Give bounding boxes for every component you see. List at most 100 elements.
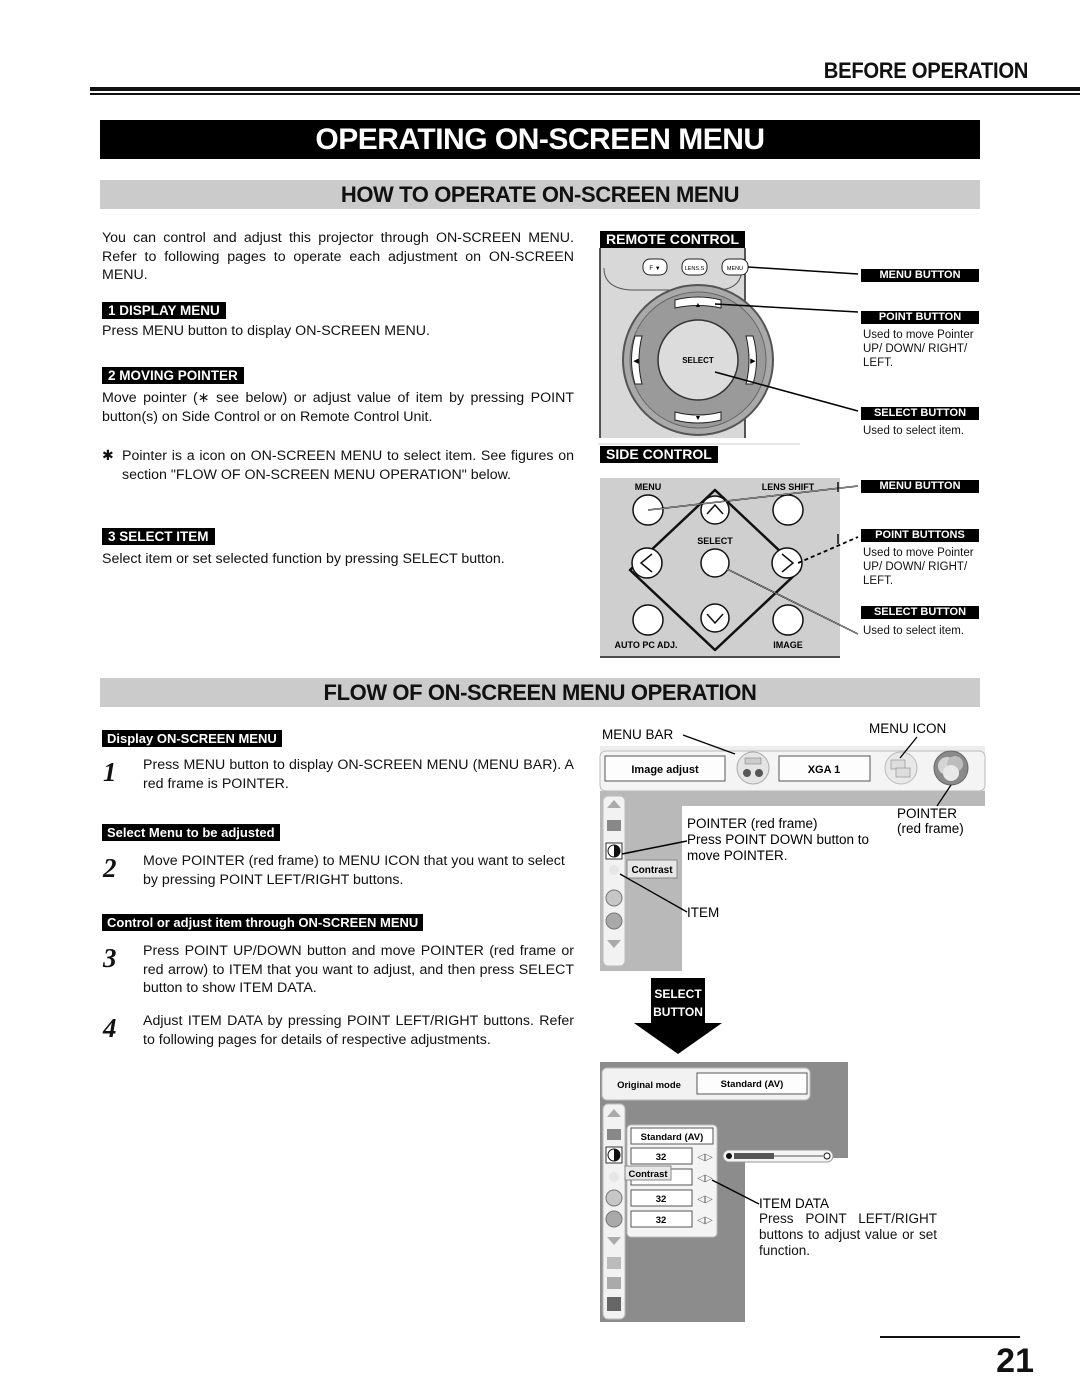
footer-rule — [880, 1336, 1020, 1338]
section-heading-flow: FLOW OF ON-SCREEN MENU OPERATION — [100, 678, 980, 707]
reset-icon[interactable] — [607, 1277, 621, 1289]
mode-label: Original mode — [617, 1080, 681, 1091]
page-number: 21 — [996, 1342, 1034, 1380]
section-header: BEFORE OPERATION — [823, 58, 1029, 83]
tooltip-text: Contrast — [631, 865, 673, 876]
step-text: Select item or set selected function by … — [102, 551, 505, 567]
image-label: IMAGE — [773, 640, 803, 650]
monitor-icon[interactable] — [607, 820, 621, 831]
step-label: 2 MOVING POINTER — [102, 367, 244, 384]
section-heading-how-to: HOW TO OPERATE ON-SCREEN MENU — [100, 180, 980, 209]
down-arrow-icon: ▼ — [695, 415, 702, 422]
flow-section-label: Display ON-SCREEN MENU — [102, 730, 282, 747]
side-select-button-desc: Used to select item. — [863, 625, 964, 637]
step-number: 4 — [103, 1013, 117, 1043]
flow-step-text: Move POINTER (red frame) to MENU ICON th… — [143, 853, 565, 888]
step-number: 3 — [103, 943, 117, 973]
slider-max-icon — [823, 1152, 831, 1160]
tint-icon[interactable] — [605, 1210, 623, 1228]
select-arrow-line2: BUTTON — [653, 1005, 703, 1019]
item-value: 32 — [656, 1215, 667, 1226]
step-select-item: 3 SELECT ITEM — [102, 528, 215, 546]
item-value: 32 — [656, 1194, 667, 1205]
remote-control-label-wrap: REMOTE CONTROL — [600, 231, 745, 249]
side-select-button[interactable] — [700, 548, 730, 578]
flow-step-text: Press POINT UP/DOWN button and move POIN… — [143, 943, 574, 996]
step-label: 1 DISPLAY MENU — [102, 302, 226, 319]
pointer-right-label: POINTER — [897, 806, 957, 821]
side-point-up-button[interactable] — [700, 495, 730, 525]
left-arrow-icon: ◀ — [633, 358, 639, 365]
remote-point-button-callout: POINT BUTTON — [861, 311, 979, 324]
focus-button-label: F ▼ — [649, 266, 660, 272]
quit-icon[interactable] — [607, 1297, 621, 1311]
left-right-arrows-icon[interactable]: ◁▷ — [697, 1215, 713, 1226]
list-header: Standard (AV) — [641, 1132, 704, 1143]
step-number: 2 — [103, 853, 117, 883]
lens-shift-button[interactable] — [772, 494, 804, 526]
step-moving-pointer: 2 MOVING POINTER — [102, 367, 244, 385]
flow-step-text: Adjust ITEM DATA by pressing POINT LEFT/… — [143, 1013, 574, 1048]
store-icon[interactable] — [607, 1257, 621, 1269]
side-point-left-button[interactable] — [631, 547, 663, 579]
side-point-right-button[interactable] — [771, 547, 803, 579]
side-point-buttons-callout: POINT BUTTONS — [861, 529, 979, 542]
page-title: OPERATING ON-SCREEN MENU — [100, 120, 980, 159]
side-point-down-button[interactable] — [700, 603, 730, 633]
item-data-desc: Press POINT LEFT/RIGHT buttons to adjust… — [759, 1211, 937, 1258]
lens-shift-label: LENS SHIFT — [762, 482, 815, 492]
right-arrow-icon: ▶ — [750, 358, 756, 365]
side-control-label: SIDE CONTROL — [600, 446, 718, 463]
auto-pc-button[interactable] — [632, 604, 664, 636]
color-icon[interactable] — [605, 1189, 623, 1207]
select-button-label: SELECT — [682, 356, 714, 365]
left-right-arrows-icon[interactable]: ◁▷ — [697, 1194, 713, 1205]
menu-label: MENU — [635, 482, 662, 492]
step-number: 1 — [103, 757, 117, 787]
pointer-left-desc-2: move POINTER. — [687, 848, 788, 863]
item-value: 32 — [656, 1152, 667, 1163]
menu-bar-label: MENU BAR — [602, 727, 674, 742]
side-point-buttons-desc: Used to move Pointer UP/ DOWN/ RIGHT/ LE… — [863, 547, 974, 587]
item-label: ITEM — [687, 905, 719, 920]
left-right-arrows-icon[interactable]: ◁▷ — [697, 1152, 713, 1163]
remote-control-label: REMOTE CONTROL — [600, 231, 745, 248]
select-button-arrow: SELECT BUTTON — [634, 978, 722, 1054]
auto-pc-label: AUTO PC ADJ. — [614, 640, 677, 650]
select-label: SELECT — [697, 536, 733, 546]
input-icon[interactable] — [736, 751, 770, 785]
brightness-icon[interactable] — [609, 1172, 619, 1182]
remote-menu-button-callout: MENU BUTTON — [861, 269, 979, 282]
menu-bar-field-text: XGA 1 — [808, 764, 841, 776]
monitor-icon[interactable] — [607, 1129, 621, 1140]
image-button[interactable] — [772, 604, 804, 636]
side-menu-button-callout: MENU BUTTON — [861, 480, 979, 493]
flow-section-label: Select Menu to be adjusted — [102, 824, 280, 841]
tint-icon[interactable] — [605, 912, 623, 930]
remote-select-button-desc: Used to select item. — [863, 425, 964, 437]
pointer-left-label: POINTER (red frame) — [687, 816, 818, 831]
brightness-icon[interactable] — [609, 865, 619, 875]
flow-label-display: Display ON-SCREEN MENU — [102, 730, 282, 748]
step-display-menu: 1 DISPLAY MENU — [102, 302, 226, 320]
asterisk-icon: ✱ — [102, 448, 114, 464]
flow-label-select: Select Menu to be adjusted — [102, 824, 280, 842]
flow-section-label: Control or adjust item through ON-SCREEN… — [102, 914, 424, 931]
pointer-right-label-2: (red frame) — [897, 821, 964, 836]
tooltip-text: Contrast — [628, 1169, 668, 1180]
item-data-diagram: Original mode Standard (AV) Standard (AV… — [600, 1062, 848, 1322]
intro-text: You can control and adjust this projecto… — [102, 230, 574, 283]
step-text: Move pointer (∗ see below) or adjust val… — [102, 390, 574, 425]
side-control-label-wrap: SIDE CONTROL — [600, 446, 718, 464]
item-data-label: ITEM DATA — [759, 1196, 829, 1211]
left-right-arrows-icon[interactable]: ◁▷ — [697, 1173, 713, 1184]
mode-value: Standard (AV) — [721, 1079, 784, 1090]
menu-icon-label: MENU ICON — [869, 721, 946, 736]
step-text: Press MENU button to display ON-SCREEN M… — [102, 323, 430, 339]
menu-bar-field-text: Image adjust — [631, 764, 699, 776]
color-icon[interactable] — [605, 889, 623, 907]
remote-point-button-desc: Used to move Pointer UP/ DOWN/ RIGHT/ LE… — [863, 329, 974, 369]
remote-select-button-callout: SELECT BUTTON — [861, 407, 979, 420]
pointer-left-desc-1: Press POINT DOWN button to — [687, 832, 869, 847]
up-arrow-icon: ▲ — [695, 302, 702, 309]
